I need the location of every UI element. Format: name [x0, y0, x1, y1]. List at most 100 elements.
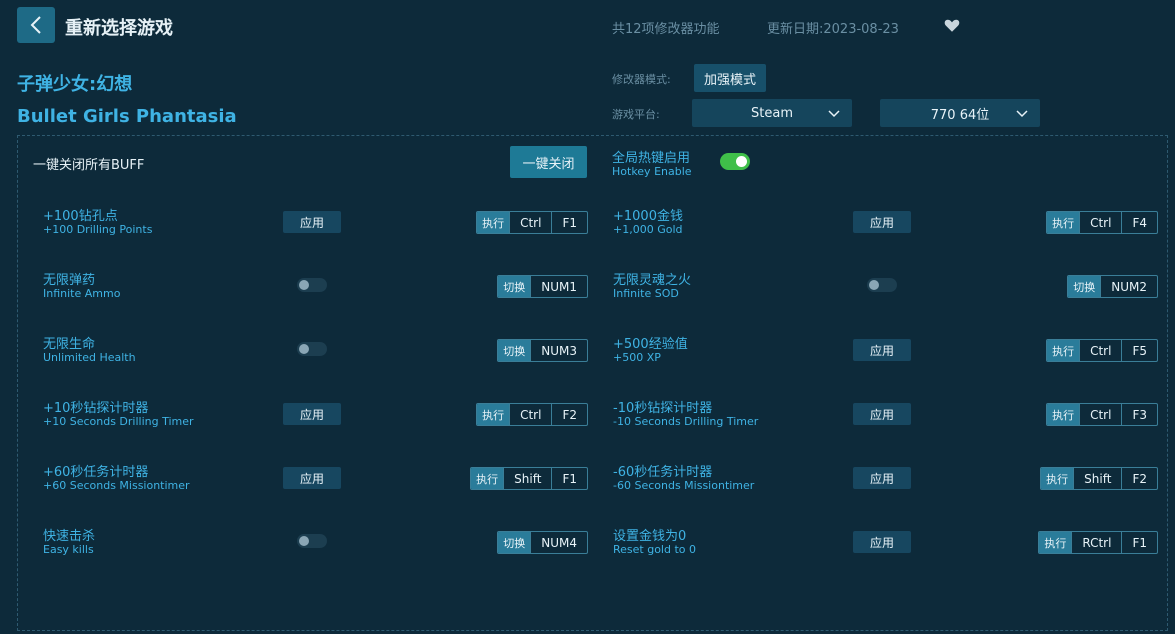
apply-button[interactable]: 应用	[283, 403, 341, 425]
cheat-name-cn: 无限生命	[43, 337, 96, 352]
version-select[interactable]: 770 64位	[880, 99, 1040, 127]
hotkey-toggle[interactable]	[720, 153, 750, 170]
hotkey-chip[interactable]: 执行 RCtrl F1	[1038, 531, 1158, 554]
cheat-row: +10秒钻探计时器 +10 Seconds Drilling Timer 应用 …	[43, 397, 623, 437]
cheat-row: +500经验值 +500 XP 应用 执行 Ctrl F5	[613, 333, 1175, 373]
hotkey-chip[interactable]: 执行 Ctrl F1	[476, 211, 588, 234]
cheat-name-en: Unlimited Health	[43, 351, 136, 364]
cheat-row: 无限灵魂之火 Infinite SOD 切换 NUM2	[613, 269, 1175, 309]
hotkey-key: NUM2	[1100, 276, 1157, 297]
hotkey-key: Ctrl	[509, 212, 551, 233]
cheat-name-en: Easy kills	[43, 543, 94, 556]
cheat-name-en: Infinite Ammo	[43, 287, 121, 300]
cheat-toggle[interactable]	[297, 278, 327, 292]
all-off-label: 一键关闭所有BUFF	[33, 158, 145, 173]
hotkey-action: 执行	[1047, 212, 1080, 233]
mode-label: 修改器模式:	[612, 73, 671, 86]
apply-button[interactable]: 应用	[853, 211, 911, 233]
cheat-row: 设置金钱为0 Reset gold to 0 应用 执行 RCtrl F1	[613, 525, 1175, 565]
cheat-name-cn: +60秒任务计时器	[43, 465, 149, 480]
chevron-left-icon	[30, 16, 41, 34]
hotkey-action: 执行	[1047, 340, 1080, 361]
platform-label: 游戏平台:	[612, 108, 660, 121]
cheat-name-cn: +500经验值	[613, 337, 688, 352]
hotkey-action: 执行	[1041, 468, 1074, 489]
apply-button[interactable]: 应用	[853, 467, 911, 489]
cheat-row: +60秒任务计时器 +60 Seconds Missiontimer 应用 执行…	[43, 461, 623, 501]
hotkey-chip[interactable]: 切换 NUM2	[1067, 275, 1158, 298]
apply-button[interactable]: 应用	[853, 403, 911, 425]
cheat-toggle[interactable]	[297, 342, 327, 356]
cheat-name-en: -60 Seconds Missiontimer	[613, 479, 755, 492]
apply-button[interactable]: 应用	[283, 467, 341, 489]
heart-icon[interactable]	[943, 16, 961, 34]
hotkey-chip[interactable]: 执行 Shift F2	[1040, 467, 1158, 490]
hotkey-key: NUM4	[530, 532, 587, 553]
hotkey-chip[interactable]: 执行 Ctrl F5	[1046, 339, 1158, 362]
hotkey-chip[interactable]: 执行 Ctrl F2	[476, 403, 588, 426]
hotkey-key: NUM3	[530, 340, 587, 361]
game-title-cn: 子弹少女:幻想	[17, 74, 133, 95]
feature-count: 共12项修改器功能	[612, 22, 720, 37]
hotkey-action: 切换	[498, 532, 531, 553]
cheat-row: -10秒钻探计时器 -10 Seconds Drilling Timer 应用 …	[613, 397, 1175, 437]
cheat-name-en: +500 XP	[613, 351, 661, 364]
hotkey-key: Shift	[1073, 468, 1121, 489]
hotkey-key: F1	[1121, 532, 1157, 553]
cheat-name-en: +100 Drilling Points	[43, 223, 153, 236]
cheat-name-cn: 无限弹药	[43, 273, 96, 288]
hotkey-action: 切换	[1068, 276, 1101, 297]
apply-button[interactable]: 应用	[853, 339, 911, 361]
hotkey-key: F2	[551, 404, 587, 425]
hotkey-key: Ctrl	[1079, 340, 1121, 361]
hotkey-key: Ctrl	[1079, 404, 1121, 425]
cheat-name-en: +10 Seconds Drilling Timer	[43, 415, 194, 428]
hotkey-action: 切换	[498, 276, 531, 297]
game-title-en: Bullet Girls Phantasia	[17, 106, 237, 127]
hotkey-action: 执行	[1047, 404, 1080, 425]
cheat-name-cn: -10秒钻探计时器	[613, 401, 713, 416]
platform-value: Steam	[751, 105, 793, 121]
all-off-button[interactable]: 一键关闭	[510, 146, 587, 178]
hotkey-key: Ctrl	[1079, 212, 1121, 233]
cheat-name-cn: +10秒钻探计时器	[43, 401, 149, 416]
chevron-down-icon	[828, 110, 840, 118]
cheat-name-en: Infinite SOD	[613, 287, 679, 300]
cheat-name-cn: -60秒任务计时器	[613, 465, 713, 480]
cheat-name-cn: 设置金钱为0	[613, 529, 687, 544]
hotkey-chip[interactable]: 切换 NUM3	[497, 339, 588, 362]
hotkey-key: F4	[1121, 212, 1157, 233]
cheat-toggle[interactable]	[867, 278, 897, 292]
hotkey-action: 执行	[477, 404, 510, 425]
cheat-toggle[interactable]	[297, 534, 327, 548]
apply-button[interactable]: 应用	[283, 211, 341, 233]
hotkey-key: F1	[551, 212, 587, 233]
cheat-name-cn: 无限灵魂之火	[613, 273, 692, 288]
hotkey-chip[interactable]: 执行 Ctrl F4	[1046, 211, 1158, 234]
apply-button[interactable]: 应用	[853, 531, 911, 553]
mode-button[interactable]: 加强模式	[694, 64, 766, 92]
cheat-name-cn: 快速击杀	[43, 529, 96, 544]
hotkey-key: F3	[1121, 404, 1157, 425]
cheat-row: 无限弹药 Infinite Ammo 切换 NUM1	[43, 269, 623, 309]
hotkey-key: RCtrl	[1071, 532, 1121, 553]
update-date: 更新日期:2023-08-23	[767, 22, 899, 37]
hotkey-chip[interactable]: 切换 NUM4	[497, 531, 588, 554]
cheat-name-cn: +100钻孔点	[43, 209, 118, 224]
back-button[interactable]	[17, 7, 55, 43]
cheat-row: 无限生命 Unlimited Health 切换 NUM3	[43, 333, 623, 373]
cheat-row: 快速击杀 Easy kills 切换 NUM4	[43, 525, 623, 565]
version-value: 770 64位	[930, 107, 990, 123]
hotkey-chip[interactable]: 切换 NUM1	[497, 275, 588, 298]
cheat-name-en: +60 Seconds Missiontimer	[43, 479, 190, 492]
cheat-name-en: Reset gold to 0	[613, 543, 697, 556]
hotkey-label-cn: 全局热键启用	[612, 151, 691, 166]
hotkey-chip[interactable]: 执行 Shift F1	[470, 467, 588, 490]
hotkey-key: NUM1	[530, 276, 587, 297]
hotkey-chip[interactable]: 执行 Ctrl F3	[1046, 403, 1158, 426]
cheat-name-en: -10 Seconds Drilling Timer	[613, 415, 759, 428]
hotkey-action: 切换	[498, 340, 531, 361]
cheat-row: +100钻孔点 +100 Drilling Points 应用 执行 Ctrl …	[43, 205, 623, 245]
hotkey-action: 执行	[1039, 532, 1072, 553]
platform-select[interactable]: Steam	[692, 99, 852, 127]
